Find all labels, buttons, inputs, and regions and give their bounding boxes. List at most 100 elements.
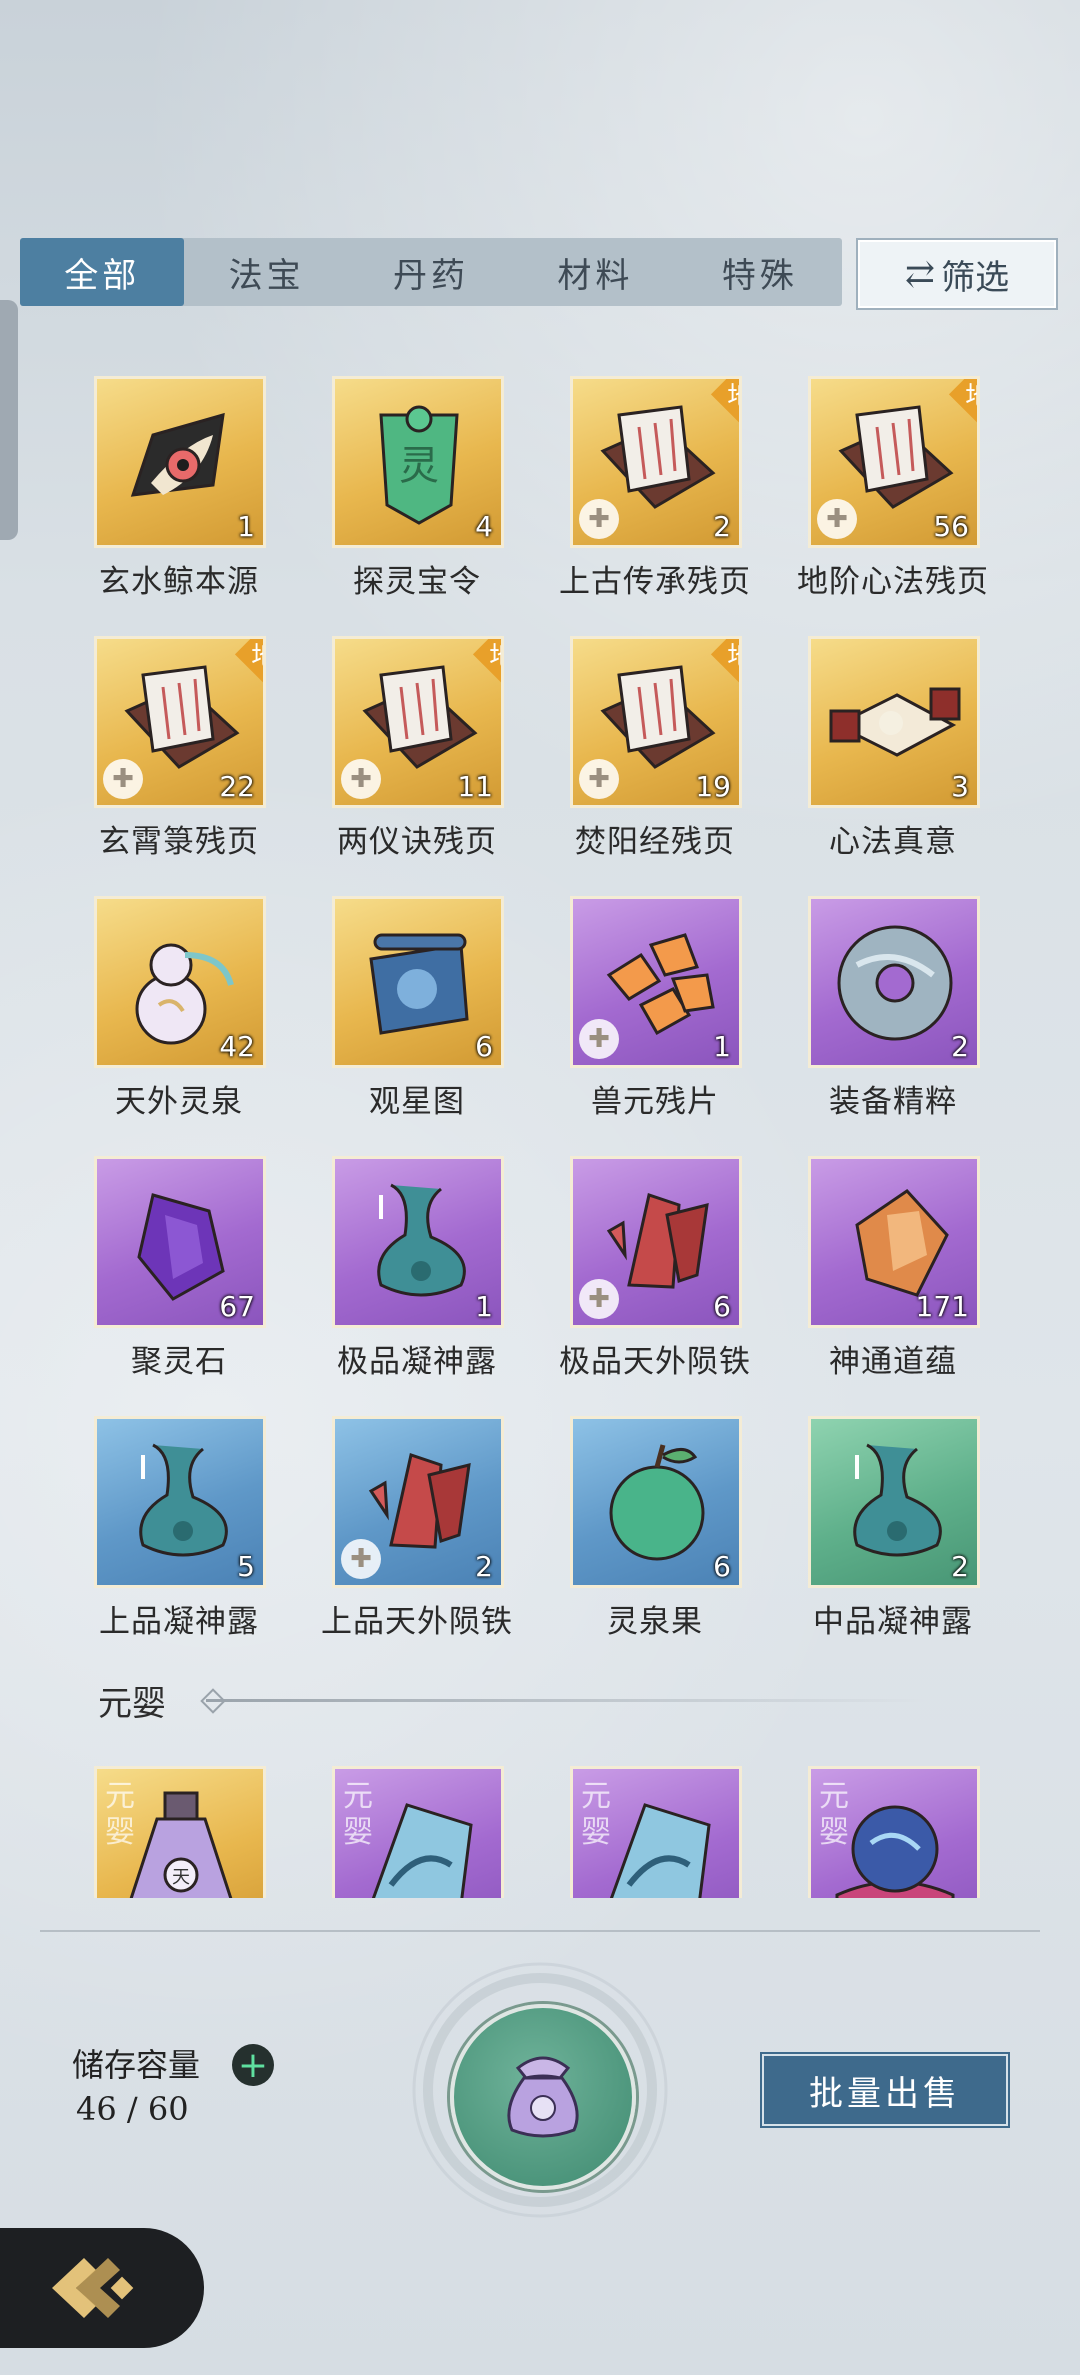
inventory-item[interactable]: 1 玄水鲸本源 [74, 372, 312, 622]
item-name: 玄水鲸本源 [99, 564, 259, 600]
add-storage-button[interactable]: + [232, 2044, 274, 2086]
item-tile[interactable]: 42 [94, 896, 266, 1068]
item-tile[interactable]: 元婴 [332, 1766, 504, 1898]
grade-label: 地 [489, 641, 504, 672]
item-tile[interactable]: 地 ✚ 2 [570, 376, 742, 548]
jade-ring-icon [837, 925, 953, 1041]
peek-row: 天 元婴 元婴 元婴 元婴 [74, 1766, 1014, 1898]
item-name: 兽元残片 [591, 1084, 719, 1120]
item-count: 42 [219, 1030, 255, 1063]
grade-label: 地 [965, 381, 980, 412]
inventory-item[interactable]: 地 ✚ 56 地阶心法残页 [788, 372, 1026, 622]
back-button[interactable] [0, 2228, 204, 2348]
inventory-item[interactable]: 3 心法真意 [788, 632, 1026, 882]
side-drawer-handle[interactable] [0, 300, 18, 540]
item-tile[interactable]: ✚ 2 [332, 1416, 504, 1588]
inventory-item[interactable]: 42 天外灵泉 [74, 892, 312, 1142]
item-tile[interactable]: 地 ✚ 11 [332, 636, 504, 808]
inventory-item[interactable]: 2 中品凝神露 [788, 1412, 1026, 1662]
inventory-item[interactable]: 1 极品凝神露 [312, 1152, 550, 1402]
item-count: 4 [475, 510, 493, 543]
item-tile[interactable]: 地 ✚ 22 [94, 636, 266, 808]
item-tile[interactable]: 元婴 [808, 1766, 980, 1898]
inventory-item[interactable]: ✚ 1 兽元残片 [550, 892, 788, 1142]
item-tile[interactable]: ✚ 6 [570, 1156, 742, 1328]
item-name: 探灵宝令 [353, 564, 481, 600]
inventory-item[interactable]: ✚ 2 上品天外陨铁 [312, 1412, 550, 1662]
inventory-item[interactable]: 171 神通道蕴 [788, 1152, 1026, 1402]
tab-materials[interactable]: 材料 [513, 238, 677, 306]
puzzle-piece-icon: ✚ [341, 759, 381, 799]
tab-pills[interactable]: 丹药 [349, 238, 513, 306]
inventory-item[interactable]: 6 观星图 [312, 892, 550, 1142]
inventory-item[interactable]: 元婴 [550, 1766, 788, 1898]
item-tile[interactable]: 地 ✚ 19 [570, 636, 742, 808]
puzzle-piece-icon: ✚ [341, 1539, 381, 1579]
inventory-item[interactable]: 元婴 [312, 1766, 550, 1898]
puzzle-piece-icon: ✚ [817, 499, 857, 539]
realm-tag: 元婴 [105, 1779, 135, 1850]
item-count: 11 [457, 770, 493, 803]
item-count: 67 [219, 1290, 255, 1323]
inventory-item[interactable]: 2 装备精粹 [788, 892, 1026, 1142]
pouch-icon [507, 2056, 579, 2138]
item-tile[interactable]: 5 [94, 1416, 266, 1588]
bag-button[interactable] [450, 2004, 636, 2190]
realm-tag: 元婴 [819, 1779, 849, 1850]
item-tile[interactable]: 171 [808, 1156, 980, 1328]
item-name: 心法真意 [829, 824, 957, 860]
item-count: 1 [475, 1290, 493, 1323]
puzzle-piece-icon: ✚ [579, 499, 619, 539]
tab-special[interactable]: 特殊 [678, 238, 842, 306]
inventory-item[interactable]: ✚ 6 极品天外陨铁 [550, 1152, 788, 1402]
item-tile[interactable]: 2 [808, 1416, 980, 1588]
item-tile[interactable]: 灵4 [332, 376, 504, 548]
item-tile[interactable]: 元婴 [570, 1766, 742, 1898]
item-name: 装备精粹 [829, 1084, 957, 1120]
filter-label: 筛选 [941, 257, 1010, 298]
storage-value: 46 / 60 [76, 2090, 189, 2128]
item-count: 2 [951, 1550, 969, 1583]
item-name: 两仪诀残页 [337, 824, 497, 860]
item-name: 聚灵石 [131, 1344, 227, 1380]
tab-treasure[interactable]: 法宝 [184, 238, 348, 306]
item-tile[interactable]: 6 [332, 896, 504, 1068]
item-tile[interactable]: 67 [94, 1156, 266, 1328]
item-tile[interactable]: 天 元婴 [94, 1766, 266, 1898]
inventory-item[interactable]: 67 聚灵石 [74, 1152, 312, 1402]
grade-label: 地 [727, 641, 742, 672]
item-tile[interactable]: 6 [570, 1416, 742, 1588]
inventory-item[interactable]: 地 ✚ 22 玄霄箓残页 [74, 632, 312, 882]
spirit-fruit-icon [609, 1444, 705, 1561]
inventory-item[interactable]: 地 ✚ 19 焚阳经残页 [550, 632, 788, 882]
item-tile[interactable]: 1 [94, 376, 266, 548]
inventory-item[interactable]: 地 ✚ 2 上古传承残页 [550, 372, 788, 622]
item-count: 171 [915, 1290, 969, 1323]
svg-text:天: 天 [172, 1867, 190, 1888]
item-tile[interactable]: ✚ 1 [570, 896, 742, 1068]
item-name: 极品天外陨铁 [559, 1344, 751, 1380]
filter-button[interactable]: ⇄ 筛选 [858, 240, 1056, 308]
inventory-item[interactable]: 5 上品凝神露 [74, 1412, 312, 1662]
inventory-item[interactable]: 地 ✚ 11 两仪诀残页 [312, 632, 550, 882]
bottom-divider [40, 1930, 1040, 1932]
inventory-item[interactable]: 元婴 [788, 1766, 1014, 1898]
item-name: 极品凝神露 [337, 1344, 497, 1380]
item-tile[interactable]: 地 ✚ 56 [808, 376, 980, 548]
item-count: 6 [713, 1290, 731, 1323]
bulk-sell-button[interactable]: 批量出售 [762, 2054, 1008, 2126]
tab-all[interactable]: 全部 [20, 238, 185, 306]
item-tile[interactable]: 3 [808, 636, 980, 808]
grade-label: 地 [727, 381, 742, 412]
grade-label: 地 [251, 641, 266, 672]
item-name: 中品凝神露 [813, 1604, 973, 1640]
inventory-item[interactable]: 天 元婴 [74, 1766, 312, 1898]
item-tile[interactable]: 1 [332, 1156, 504, 1328]
inventory-item[interactable]: 6 灵泉果 [550, 1412, 788, 1662]
puzzle-piece-icon: ✚ [579, 1279, 619, 1319]
inventory-item[interactable]: 灵4 探灵宝令 [312, 372, 550, 622]
item-tile[interactable]: 2 [808, 896, 980, 1068]
item-name: 玄霄箓残页 [99, 824, 259, 860]
dew-vase-icon [853, 1443, 942, 1557]
item-count: 2 [475, 1550, 493, 1583]
